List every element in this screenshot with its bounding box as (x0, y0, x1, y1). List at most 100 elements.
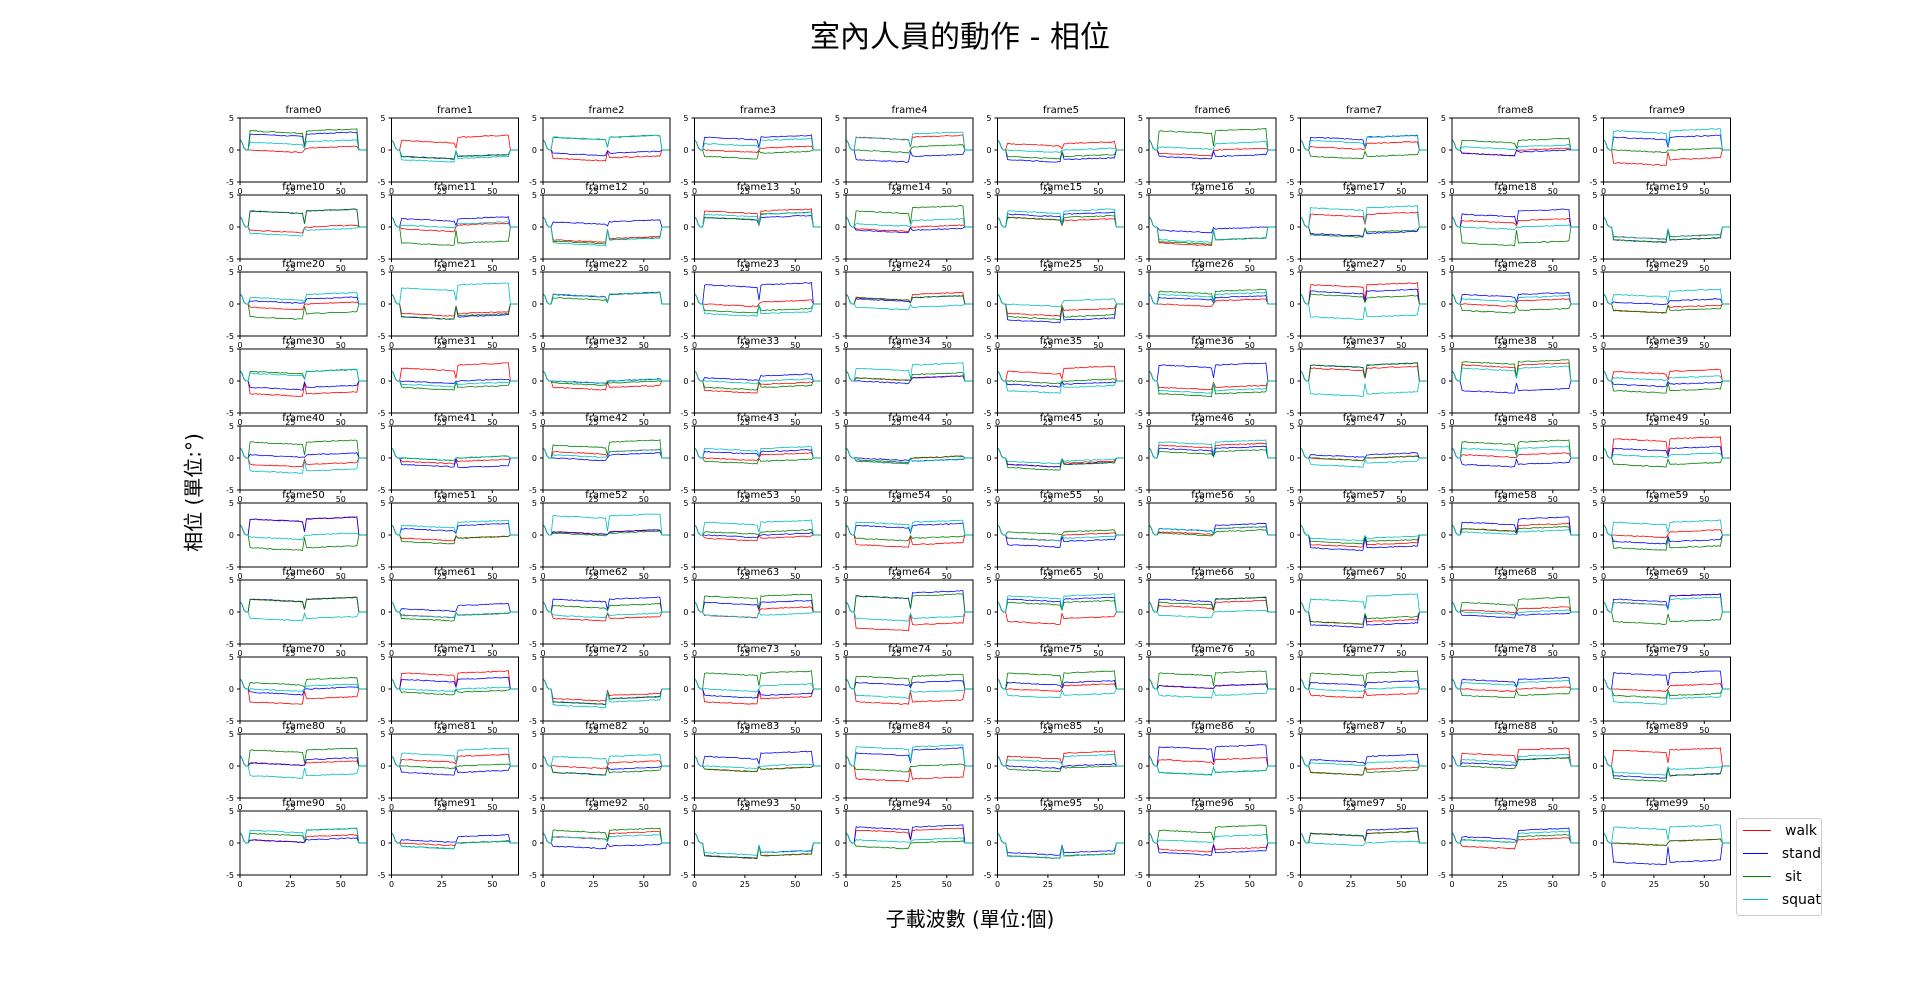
subplot-title: frame50 (282, 490, 324, 501)
axes-frame (997, 502, 1125, 568)
x-tick-label: 0 (540, 880, 545, 889)
y-tick-label: 0 (532, 146, 537, 155)
y-tick-label: -5 (984, 409, 992, 418)
y-tick-label: -5 (984, 255, 992, 264)
axes-frame (239, 733, 368, 799)
legend-label: walk (1785, 822, 1818, 839)
axes-frame (694, 579, 822, 645)
y-tick-label: 5 (1592, 807, 1597, 816)
series-line-walk (694, 524, 822, 542)
y-tick-label: 0 (380, 223, 385, 232)
axes-frame (1148, 348, 1277, 414)
subplot-title: frame42 (585, 413, 627, 424)
series-line-squat (694, 832, 822, 856)
subplot-title: frame82 (585, 721, 627, 732)
y-tick-label: 0 (1289, 223, 1294, 232)
y-tick-label: 0 (1592, 839, 1597, 848)
y-tick-label: 0 (835, 300, 840, 309)
subplot-title: frame17 (1343, 182, 1385, 193)
series-line-stand (1148, 362, 1276, 382)
y-tick-label: -5 (1438, 871, 1446, 880)
y-tick-label: 5 (1138, 653, 1143, 662)
y-tick-label: -5 (984, 178, 992, 187)
subplot-title: frame76 (1191, 644, 1233, 655)
x-tick-label: 50 (1093, 880, 1103, 889)
x-tick-label: 0 (1298, 880, 1303, 889)
subplot-title: frame64 (888, 567, 930, 578)
y-tick-label: 5 (380, 191, 385, 200)
y-tick-label: 5 (683, 730, 688, 739)
series-line-sit (845, 205, 973, 228)
series-line-stand (845, 293, 973, 305)
series-line-sit (694, 593, 822, 613)
x-tick-label: 50 (639, 880, 649, 889)
y-tick-label: 5 (1289, 268, 1294, 277)
y-tick-label: -5 (1287, 563, 1295, 572)
y-tick-label: -5 (529, 178, 537, 187)
axes-frame (694, 656, 822, 722)
subplot-title: frame48 (1494, 413, 1536, 424)
y-tick-label: 5 (380, 576, 385, 585)
y-tick-label: -5 (1590, 640, 1598, 649)
y-tick-label: 0 (532, 454, 537, 463)
y-tick-label: -5 (1287, 178, 1295, 187)
series-line-sit (542, 755, 670, 776)
axes-frame (1300, 271, 1428, 337)
y-tick-label: -5 (1135, 255, 1143, 264)
y-tick-label: -5 (1135, 332, 1143, 341)
y-tick-label: 5 (1138, 114, 1143, 123)
subplot-title: frame94 (888, 798, 930, 809)
y-tick-label: 0 (1138, 762, 1143, 771)
y-tick-label: 0 (683, 223, 688, 232)
legend-item-squat: squat (1737, 888, 1821, 911)
y-tick-label: 0 (380, 377, 385, 386)
y-tick-label: 5 (229, 576, 234, 585)
y-tick-label: 0 (986, 377, 991, 386)
subplot-title: frame80 (282, 721, 324, 732)
subplot-title: frame91 (434, 798, 476, 809)
legend-label: sit (1785, 868, 1802, 885)
y-tick-label: 0 (835, 377, 840, 386)
y-tick-label: 0 (1289, 685, 1294, 694)
x-tick-label: 0 (1146, 880, 1151, 889)
y-tick-label: 0 (683, 300, 688, 309)
y-tick-label: -5 (1590, 255, 1598, 264)
y-tick-label: -5 (1135, 563, 1143, 572)
y-tick-label: 0 (532, 685, 537, 694)
y-tick-label: 0 (683, 146, 688, 155)
y-tick-label: 5 (835, 807, 840, 816)
subplot-title: frame21 (434, 259, 476, 270)
series-line-squat (1300, 755, 1428, 767)
subplot-title: frame90 (282, 798, 324, 809)
y-tick-label: -5 (1438, 794, 1446, 803)
series-line-sit (1603, 293, 1731, 314)
y-tick-label: 0 (1592, 146, 1597, 155)
series-line-sit (997, 447, 1125, 471)
y-tick-label: -5 (529, 255, 537, 264)
y-tick-label: 0 (229, 223, 234, 232)
y-tick-label: -5 (832, 871, 840, 880)
legend-label: stand (1781, 845, 1821, 862)
axes-frame (239, 194, 368, 260)
axes-frame (1148, 425, 1277, 491)
y-tick-label: -5 (378, 409, 386, 418)
y-tick-label: -5 (1438, 178, 1446, 187)
subplot-title: frame69 (1646, 567, 1688, 578)
y-tick-label: -5 (681, 255, 689, 264)
y-tick-label: -5 (529, 563, 537, 572)
axes-frame (997, 425, 1125, 491)
subplot-title: frame88 (1494, 721, 1536, 732)
y-tick-label: -5 (832, 332, 840, 341)
series-line-squat (694, 519, 822, 536)
subplot-title: frame92 (585, 798, 627, 809)
y-tick-label: 0 (1441, 223, 1446, 232)
subplot-title: frame26 (1191, 259, 1233, 270)
axes-frame (845, 425, 974, 491)
y-tick-label: 0 (986, 685, 991, 694)
subplot-title: frame39 (1646, 336, 1688, 347)
x-tick-label: 25 (1649, 880, 1659, 889)
y-tick-label: 0 (986, 531, 991, 540)
subplot-title: frame71 (434, 644, 476, 655)
y-tick-label: 0 (835, 146, 840, 155)
y-tick-label: 0 (1441, 300, 1446, 309)
